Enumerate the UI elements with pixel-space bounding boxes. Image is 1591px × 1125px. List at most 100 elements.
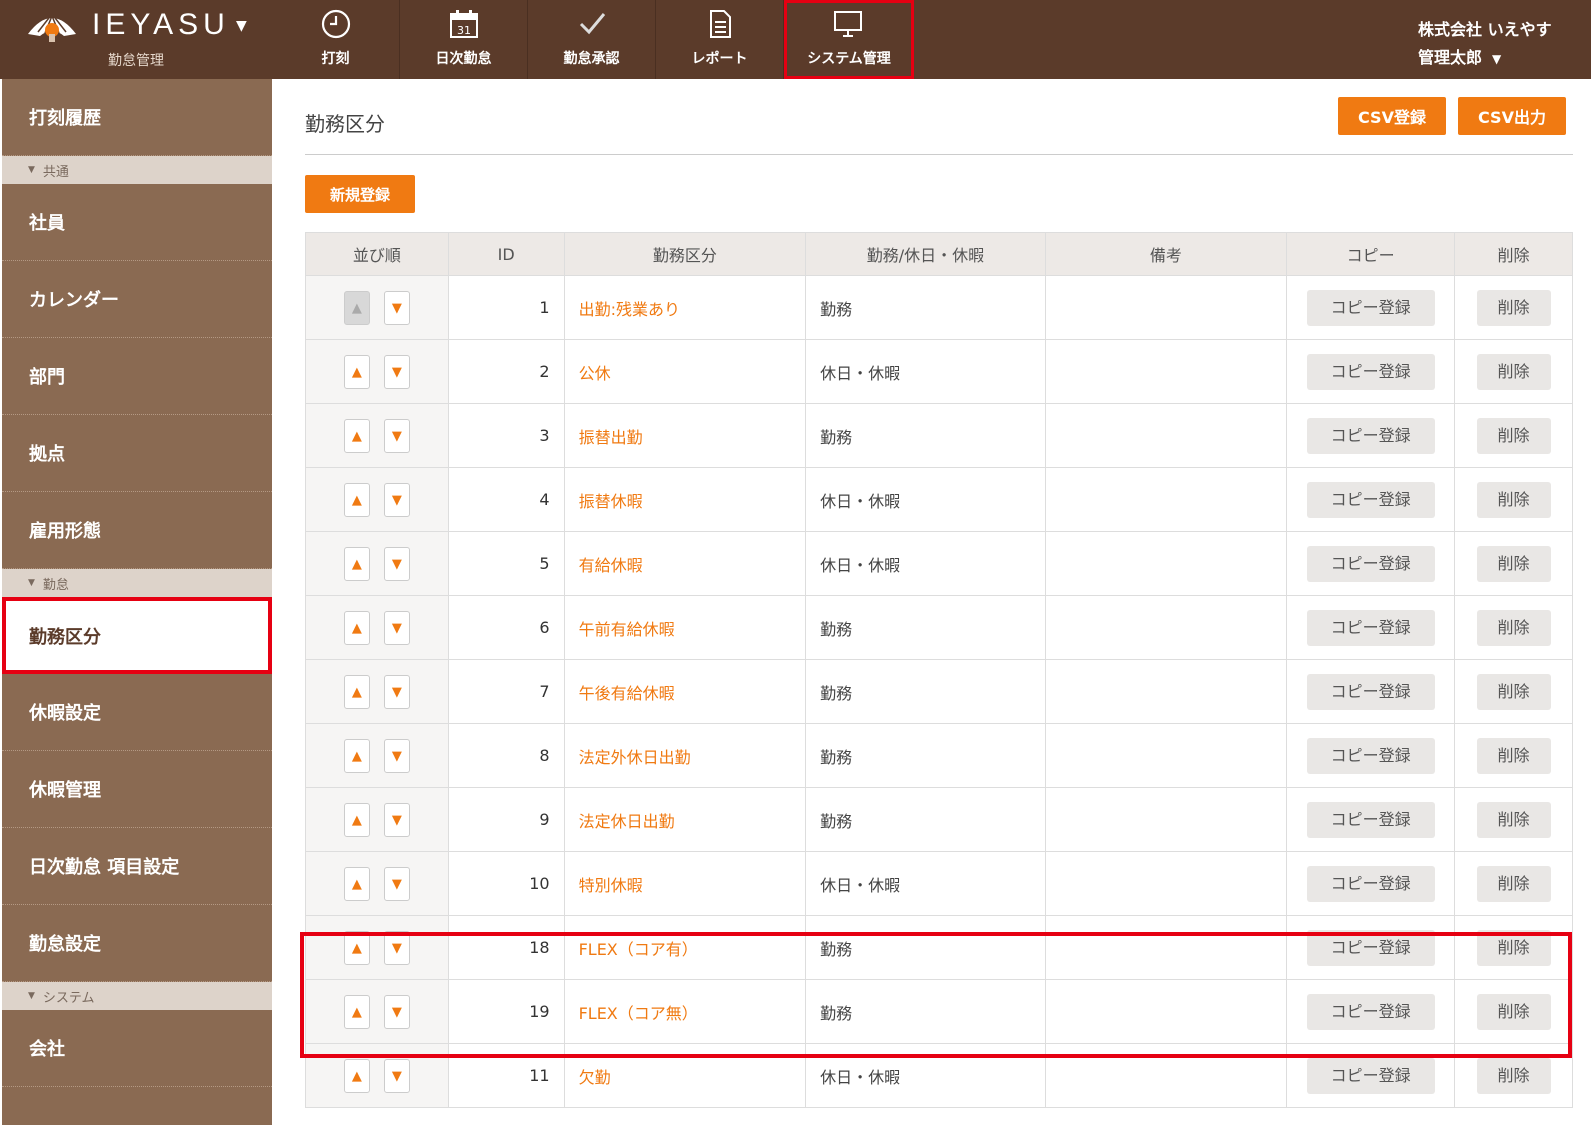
copy-cell: コピー登録 [1286,531,1456,596]
delete-cell: 削除 [1454,595,1573,660]
note-cell [1044,723,1288,788]
move-up-icon[interactable]: ▲ [343,482,370,517]
user-caret-icon[interactable]: ▼ [1492,52,1501,66]
work-type-cell: 勤務 [805,659,1046,724]
move-up-icon[interactable]: ▲ [343,674,370,709]
delete-button[interactable]: 削除 [1476,545,1551,582]
move-up-icon[interactable]: ▲ [343,546,370,581]
delete-button[interactable]: 削除 [1476,865,1551,902]
move-up-icon[interactable]: ▲ [343,802,370,837]
category-link[interactable]: 公休 [563,339,807,404]
copy-register-button[interactable]: コピー登録 [1306,929,1435,966]
move-down-icon[interactable]: ▼ [383,802,410,837]
category-link[interactable]: 午後有給休暇 [563,659,807,724]
category-link[interactable]: 出勤:残業あり [563,275,807,340]
category-link[interactable]: 振替休暇 [563,467,807,532]
work-type-cell: 休日・休暇 [805,1043,1046,1108]
move-up-icon[interactable]: ▲ [343,354,370,389]
copy-register-button[interactable]: コピー登録 [1306,545,1435,582]
copy-register-button[interactable]: コピー登録 [1306,609,1435,646]
move-down-icon[interactable]: ▼ [383,418,410,453]
copy-register-button[interactable]: コピー登録 [1306,737,1435,774]
nav-daily-attendance[interactable]: 31 日次勤怠 [400,0,528,79]
delete-button[interactable]: 削除 [1476,289,1551,326]
sidebar-item-punch-history[interactable]: 打刻履歴 [2,79,272,156]
sidebar-item-work-category[interactable]: 勤務区分 [2,597,272,674]
delete-button[interactable]: 削除 [1476,929,1551,966]
sidebar-item-attendance-settings[interactable]: 勤怠設定 [2,905,272,982]
order-cell: ▲ ▼ [305,915,449,980]
sidebar-item-employment-type[interactable]: 雇用形態 [2,492,272,569]
move-down-icon[interactable]: ▼ [383,290,410,325]
category-link[interactable]: FLEX（コア無） [563,979,807,1044]
move-down-icon[interactable]: ▼ [383,674,410,709]
category-link[interactable]: 法定休日出勤 [563,787,807,852]
move-down-icon[interactable]: ▼ [383,610,410,645]
move-down-icon[interactable]: ▼ [383,930,410,965]
move-down-icon[interactable]: ▼ [383,1058,410,1093]
category-link[interactable]: 欠勤 [563,1043,807,1108]
sidebar-item-calendar[interactable]: カレンダー [2,261,272,338]
copy-register-button[interactable]: コピー登録 [1306,673,1435,710]
move-up-icon[interactable]: ▲ [343,930,370,965]
move-up-icon[interactable]: ▲ [343,738,370,773]
copy-register-button[interactable]: コピー登録 [1306,353,1435,390]
copy-register-button[interactable]: コピー登録 [1306,1057,1435,1094]
delete-button[interactable]: 削除 [1476,801,1551,838]
sidebar-item-location[interactable]: 拠点 [2,415,272,492]
copy-register-button[interactable]: コピー登録 [1306,865,1435,902]
move-up-icon[interactable]: ▲ [343,1058,370,1093]
category-link[interactable]: FLEX（コア有） [563,915,807,980]
sidebar-item-leave-management[interactable]: 休暇管理 [2,751,272,828]
sidebar-item-daily-fields[interactable]: 日次勤怠 項目設定 [2,828,272,905]
category-link[interactable]: 法定外休日出勤 [563,723,807,788]
copy-register-button[interactable]: コピー登録 [1306,417,1435,454]
copy-cell: コピー登録 [1286,467,1456,532]
copy-register-button[interactable]: コピー登録 [1306,801,1435,838]
sidebar-item-company[interactable]: 会社 [2,1010,272,1087]
csv-import-button[interactable]: CSV登録 [1338,97,1446,135]
nav-approval[interactable]: 勤怠承認 [528,0,656,79]
nav-system-admin[interactable]: システム管理 [784,0,914,79]
move-up-icon[interactable]: ▲ [343,866,370,901]
delete-button[interactable]: 削除 [1476,609,1551,646]
category-link[interactable]: 有給休暇 [563,531,807,596]
csv-export-button[interactable]: CSV出力 [1458,97,1566,135]
delete-button[interactable]: 削除 [1476,417,1551,454]
copy-register-button[interactable]: コピー登録 [1306,993,1435,1030]
category-link[interactable]: 振替出勤 [563,403,807,468]
brand-caret-icon[interactable]: ▼ [236,18,247,34]
delete-button[interactable]: 削除 [1476,673,1551,710]
move-up-icon[interactable]: ▲ [343,418,370,453]
delete-button[interactable]: 削除 [1476,353,1551,390]
copy-register-button[interactable]: コピー登録 [1306,481,1435,518]
move-down-icon[interactable]: ▼ [383,546,410,581]
copy-register-button[interactable]: コピー登録 [1306,289,1435,326]
move-down-icon[interactable]: ▼ [383,354,410,389]
move-down-icon[interactable]: ▼ [383,738,410,773]
category-link[interactable]: 特別休暇 [563,851,807,916]
move-up-icon[interactable]: ▲ [343,610,370,645]
sidebar-item-employees[interactable]: 社員 [2,184,272,261]
nav-report[interactable]: レポート [656,0,784,79]
delete-button[interactable]: 削除 [1476,737,1551,774]
new-registration-button[interactable]: 新規登録 [305,175,415,213]
copy-cell: コピー登録 [1286,915,1456,980]
move-down-icon[interactable]: ▼ [383,866,410,901]
delete-button[interactable]: 削除 [1476,993,1551,1030]
sidebar-item-department[interactable]: 部門 [2,338,272,415]
delete-button[interactable]: 削除 [1476,481,1551,518]
note-cell [1044,595,1288,660]
move-down-icon[interactable]: ▼ [383,994,410,1029]
work-type-cell: 休日・休暇 [805,531,1046,596]
move-down-icon[interactable]: ▼ [383,482,410,517]
sidebar-item-leave-settings[interactable]: 休暇設定 [2,674,272,751]
brand[interactable]: IEYASU ▼ 勤怠管理 [0,0,272,79]
category-link[interactable]: 午前有給休暇 [563,595,807,660]
delete-button[interactable]: 削除 [1476,1057,1551,1094]
header-work-holiday: 勤務/休日・休暇 [805,232,1046,276]
nav-punch[interactable]: 打刻 [272,0,400,79]
delete-cell: 削除 [1454,659,1573,724]
move-up-icon[interactable]: ▲ [343,994,370,1029]
user-menu[interactable]: 株式会社 いえやす 管理太郎 ▼ [1418,16,1552,73]
